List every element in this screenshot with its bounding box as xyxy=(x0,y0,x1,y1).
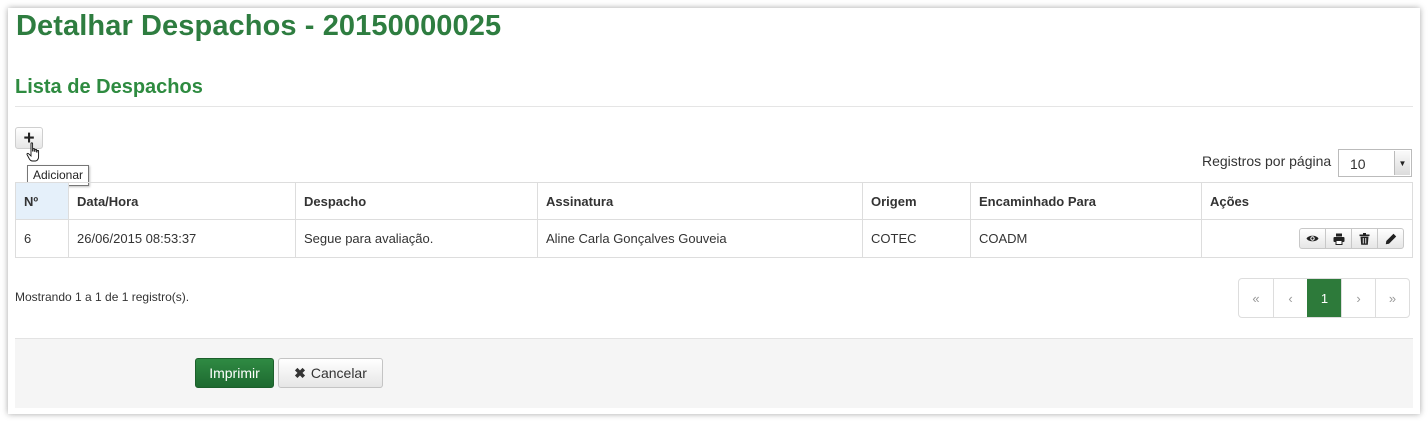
pagination-next[interactable]: › xyxy=(1341,279,1375,317)
pagination-page-1[interactable]: 1 xyxy=(1307,279,1341,317)
cell-numero: 6 xyxy=(15,219,69,258)
per-page-label: Registros por página xyxy=(1202,153,1332,169)
column-header-despacho[interactable]: Despacho xyxy=(295,182,538,220)
column-header-encaminhado-para[interactable]: Encaminhado Para xyxy=(970,182,1202,220)
print-page-button[interactable]: Imprimir xyxy=(195,358,274,388)
section-title: Lista de Despachos xyxy=(15,76,203,98)
pagination: « ‹ 1 › » xyxy=(1238,278,1410,318)
per-page-value: 10 xyxy=(1350,156,1366,172)
trash-icon xyxy=(1359,232,1370,245)
print-button[interactable] xyxy=(1325,228,1352,249)
column-header-numero[interactable]: Nº xyxy=(15,182,69,220)
column-header-origem[interactable]: Origem xyxy=(862,182,971,220)
pagination-first[interactable]: « xyxy=(1239,279,1273,317)
pagination-last[interactable]: » xyxy=(1375,279,1409,317)
cancel-label: Cancelar xyxy=(310,365,367,381)
cancel-button[interactable]: ✖ Cancelar xyxy=(278,358,383,388)
column-header-data-hora[interactable]: Data/Hora xyxy=(68,182,296,220)
column-header-acoes: Ações xyxy=(1201,182,1413,220)
table-row: 6 26/06/2015 08:53:37 Segue para avaliaç… xyxy=(15,219,1413,258)
cell-despacho: Segue para avaliação. xyxy=(295,219,538,258)
cell-encaminhado: COADM xyxy=(970,219,1202,258)
cell-assinatura: Aline Carla Gonçalves Gouveia xyxy=(537,219,863,258)
delete-button[interactable] xyxy=(1351,228,1378,249)
print-icon xyxy=(1333,233,1344,245)
records-info: Mostrando 1 a 1 de 1 registro(s). xyxy=(15,290,190,304)
close-icon: ✖ xyxy=(294,364,306,381)
view-button[interactable] xyxy=(1299,228,1326,249)
cell-data-hora: 26/06/2015 08:53:37 xyxy=(68,219,296,258)
pencil-icon xyxy=(1385,233,1396,244)
row-actions xyxy=(1210,228,1404,249)
despachos-table: Nº Data/Hora Despacho Assinatura Origem … xyxy=(15,182,1413,258)
hand-cursor-icon xyxy=(26,142,40,162)
section-divider xyxy=(15,106,1413,107)
pagination-prev[interactable]: ‹ xyxy=(1273,279,1307,317)
eye-icon xyxy=(1306,235,1319,242)
cell-acoes xyxy=(1201,219,1413,258)
page-title: Detalhar Despachos - 20150000025 xyxy=(16,10,502,42)
edit-button[interactable] xyxy=(1377,228,1404,249)
chevron-down-icon: ▼ xyxy=(1394,151,1410,175)
column-header-assinatura[interactable]: Assinatura xyxy=(537,182,863,220)
table-header-row: Nº Data/Hora Despacho Assinatura Origem … xyxy=(15,182,1413,220)
cell-origem: COTEC xyxy=(862,219,971,258)
per-page-select[interactable]: 10 ▼ xyxy=(1338,149,1412,177)
